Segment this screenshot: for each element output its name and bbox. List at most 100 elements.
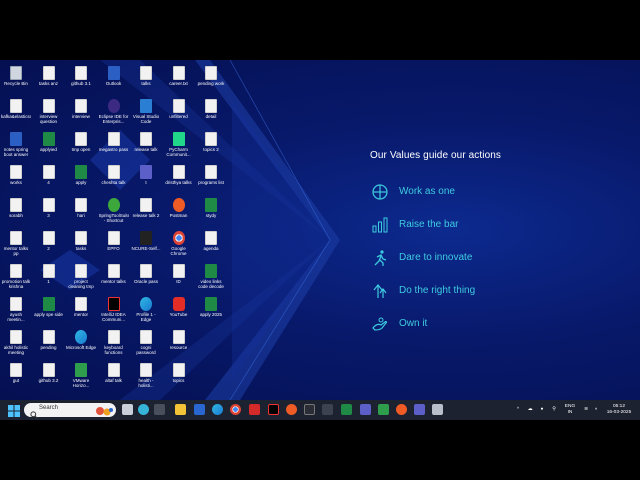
tray-app-icon[interactable]: ☁ [526,407,534,412]
desktop-icon[interactable]: Profile 1 - Edge [131,295,161,327]
desktop-icon[interactable]: mentor [66,295,96,327]
desktop-icon[interactable]: programs list [196,163,226,195]
desktop-icon[interactable]: megastro pass [99,130,129,162]
desktop-icon[interactable]: detail [196,97,226,129]
tray-app-icon[interactable]: ⚲ [550,407,558,412]
desktop-icon[interactable]: applyied [34,130,64,162]
desktop-icon[interactable]: Outlook [99,64,129,96]
desktop-icon[interactable]: topics 2 [196,130,226,162]
desktop-icon[interactable]: IntelliJ IDEA Communi... [99,295,129,327]
desktop-icon[interactable]: gut [1,361,31,393]
desktop-icon[interactable]: release talk 2 [131,196,161,228]
desktop-icon[interactable]: cogni password [131,328,161,360]
desktop-icon[interactable]: project cleaning tmp [66,262,96,294]
desktop-icon[interactable]: 1 [34,262,64,294]
desktop-icon[interactable]: video links code decode [196,262,226,294]
excel-icon[interactable] [341,404,352,415]
clock-date[interactable]: 16-03-2025 [602,410,636,415]
desktop-icon[interactable]: PyCharm Communit... [164,130,194,162]
desktop-icon[interactable]: tasks anz [34,64,64,96]
desktop-icon[interactable]: dristhya talks [164,163,194,195]
clock-time[interactable]: 05:12 [602,404,636,409]
taskbar-app-icon[interactable] [286,404,297,415]
desktop-icon[interactable]: apply [66,163,96,195]
language-indicator-bottom[interactable]: IN [558,410,582,415]
desktop-icon[interactable]: 3 [34,196,64,228]
desktop-icon[interactable]: VMware Horizo... [66,361,96,393]
language-indicator-top[interactable]: ENG [558,404,582,409]
desktop-icon[interactable]: works [1,163,31,195]
desktop-icon[interactable]: cheshta talk [99,163,129,195]
desktop-icon[interactable]: altaf talk [99,361,129,393]
desktop-icon[interactable]: mentor talks [99,262,129,294]
desktop-icon[interactable]: kafka&elasticsc... [1,97,31,129]
desktop-icon[interactable]: github 3.2 [34,361,64,393]
taskbar-app-icon[interactable] [154,404,165,415]
taskbar-app-icon[interactable] [194,404,205,415]
desktop-icon[interactable]: akhil holistic meeting [1,328,31,360]
desktop-icon[interactable]: 4 [34,163,64,195]
desktop-icon[interactable]: career.txt [164,64,194,96]
desktop-icon[interactable]: github 3.1 [66,64,96,96]
desktop-icon[interactable]: stydy [196,196,226,228]
desktop-icon[interactable]: sorabh [1,196,31,228]
desktop-icon[interactable]: hari [66,196,96,228]
desktop-icon[interactable]: interview [66,97,96,129]
desktop-icon[interactable]: Recycle Bin [1,64,31,96]
desktop-icon[interactable]: mentor talks pp [1,229,31,261]
taskbar-app-icon[interactable] [396,404,407,415]
desktop-icon[interactable]: tmp open [66,130,96,162]
desktop-icon[interactable]: tasks [66,229,96,261]
desktop-icon[interactable]: ID [164,262,194,294]
taskbar-search-box[interactable]: Search [24,403,116,419]
chevron-up-icon[interactable]: ^ [514,407,522,412]
windows-start-icon[interactable] [8,404,20,417]
desktop-icon[interactable]: apply 2025 [196,295,226,327]
file-explorer-icon[interactable] [175,404,186,415]
desktop-icon[interactable]: release talk [131,130,161,162]
taskbar-app-icon[interactable] [432,404,443,415]
desktop-icon[interactable]: NCURE-Self... [131,229,161,261]
desktop-icon[interactable]: Postman [164,196,194,228]
teams-icon[interactable] [360,404,371,415]
taskbar-app-icon[interactable] [378,404,389,415]
taskbar-app-icon[interactable] [414,404,425,415]
desktop-icon[interactable]: pending [34,328,64,360]
desktop-icon[interactable]: YouTube [164,295,194,327]
desktop-icon[interactable]: pending work [196,64,226,96]
edge-icon[interactable] [212,404,223,415]
desktop-icon[interactable]: ayush meetin... [1,295,31,327]
desktop-icon[interactable]: health - holisti... [131,361,161,393]
desktop-icon[interactable]: topics [164,361,194,393]
copilot-icon[interactable] [138,404,149,415]
taskbar-app-icon[interactable] [322,404,333,415]
desktop-icon[interactable]: talks [131,64,161,96]
desktop-icon[interactable]: agenda [196,229,226,261]
volume-icon[interactable]: ◖ [592,407,600,412]
tray-app-icon[interactable]: ● [538,407,546,412]
task-view-icon[interactable] [122,404,133,415]
chrome-icon[interactable] [230,404,241,415]
desktop-icon[interactable]: Microsoft Edge [66,328,96,360]
desktop-icon[interactable]: 2 [34,229,64,261]
wifi-icon[interactable]: ≋ [582,407,590,412]
desktop-icon[interactable]: unfiltered [164,97,194,129]
acrobat-icon[interactable] [249,404,260,415]
desktop-icon-label: 2 [47,246,50,251]
desktop-icon[interactable]: SpringToolSuite4 - Shortcut [99,196,129,228]
desktop-icon-label: talks [141,81,151,86]
desktop-icon[interactable]: promotion talk krishna [1,262,31,294]
intellij-icon[interactable] [268,404,279,415]
desktop-icon[interactable]: Visual Studio Code [131,97,161,129]
desktop-icon[interactable]: resource [164,328,194,360]
desktop-icon[interactable]: Eclipse IDE for Enterpris... [99,97,129,129]
terminal-icon[interactable] [304,404,315,415]
desktop-icon[interactable]: keyboard functions [99,328,129,360]
desktop-icon[interactable]: Google Chrome [164,229,194,261]
desktop-icon[interactable]: interview question [34,97,64,129]
desktop-icon[interactable]: apply spe side [34,295,64,327]
desktop-icon[interactable]: Oracle pass [131,262,161,294]
desktop-icon[interactable]: EPFO [99,229,129,261]
desktop-icon[interactable]: t [131,163,161,195]
desktop-icon[interactable]: notes spring boot answer [1,130,31,162]
